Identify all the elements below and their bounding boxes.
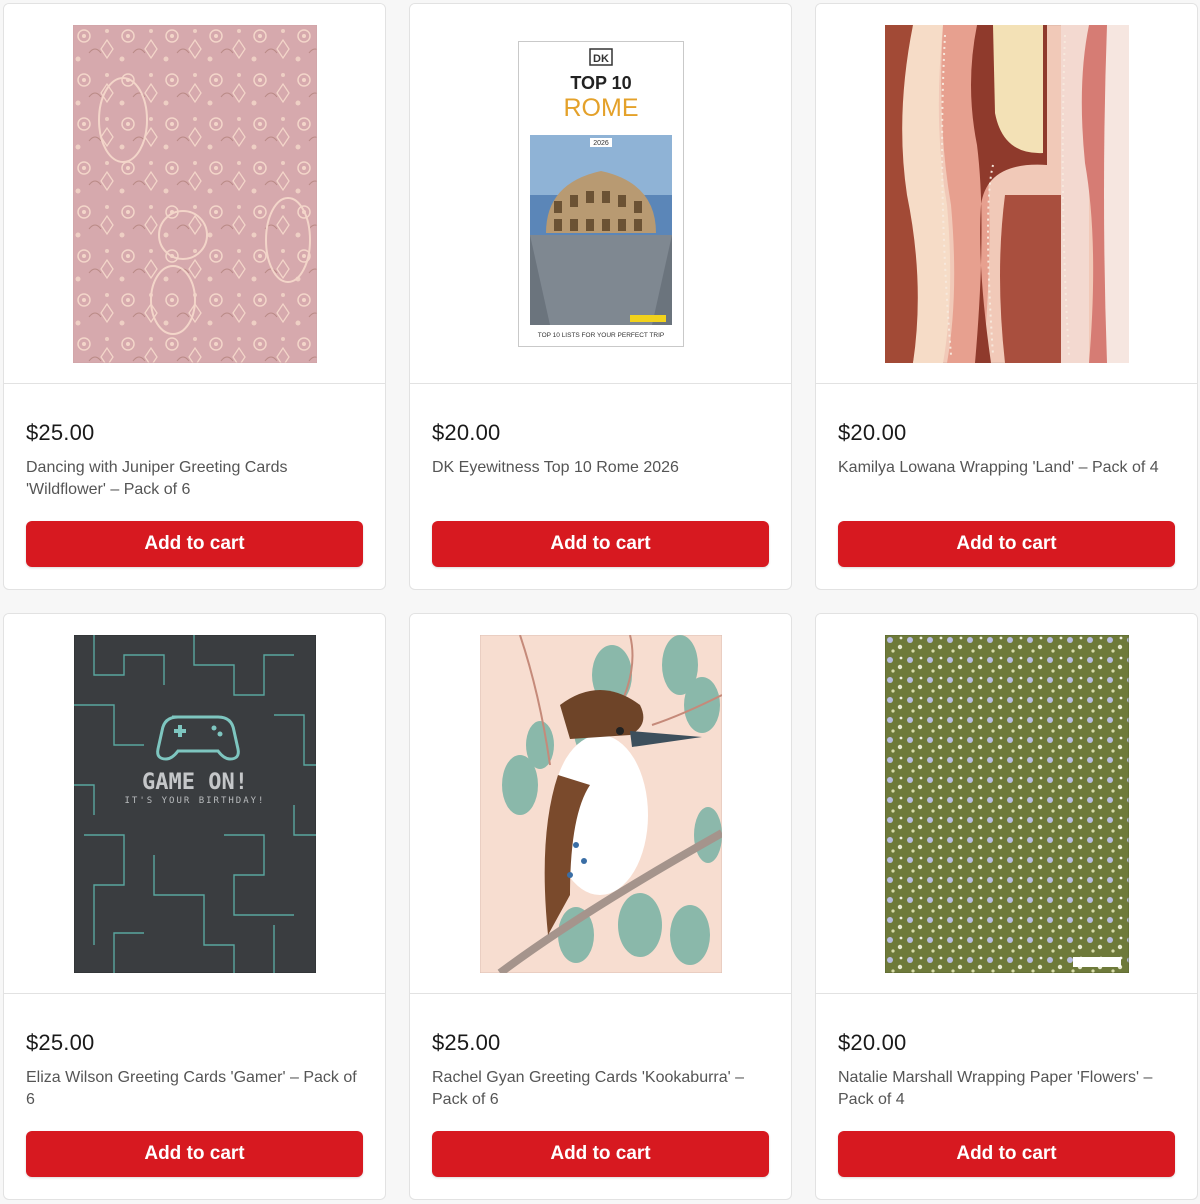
product-image-link[interactable]: GAME ON! IT'S YOUR BIRTHDAY!	[4, 614, 385, 994]
product-image-link[interactable]	[410, 614, 791, 994]
product-card: $20.00 Natalie Marshall Wrapping Paper '…	[815, 613, 1198, 1200]
cover-year: 2026	[593, 140, 609, 147]
product-image-link[interactable]	[816, 4, 1197, 384]
cover-destination: ROME	[563, 94, 638, 122]
add-to-cart-button[interactable]: Add to cart	[26, 1131, 363, 1177]
product-card: DK TOP 10 ROME 2026 TOP 10 LISTS FOR YOU…	[409, 3, 792, 590]
product-image	[479, 634, 722, 973]
product-image: GAME ON! IT'S YOUR BIRTHDAY!	[73, 634, 316, 973]
cover-tagline: TOP 10 LISTS FOR YOUR PERFECT TRIP	[537, 332, 664, 339]
product-price: $20.00	[838, 1030, 907, 1055]
add-to-cart-button[interactable]: Add to cart	[838, 1131, 1175, 1177]
product-image	[884, 24, 1129, 363]
add-to-cart-button[interactable]: Add to cart	[26, 521, 363, 567]
product-price: $25.00	[26, 1030, 95, 1055]
card-headline: GAME ON!	[142, 770, 248, 795]
add-to-cart-button[interactable]: Add to cart	[838, 521, 1175, 567]
product-title[interactable]: Natalie Marshall Wrapping Paper 'Flowers…	[838, 1067, 1178, 1111]
product-image-link[interactable]: DK TOP 10 ROME 2026 TOP 10 LISTS FOR YOU…	[410, 4, 791, 384]
product-card: $25.00 Dancing with Juniper Greeting Car…	[3, 3, 386, 590]
product-title[interactable]: Rachel Gyan Greeting Cards 'Kookaburra' …	[432, 1067, 772, 1111]
product-price: $25.00	[432, 1030, 501, 1055]
product-title[interactable]: DK Eyewitness Top 10 Rome 2026	[432, 457, 772, 479]
product-price: $20.00	[432, 420, 501, 445]
product-title[interactable]: Eliza Wilson Greeting Cards 'Gamer' – Pa…	[26, 1067, 366, 1111]
product-image-link[interactable]	[4, 4, 385, 384]
product-card: GAME ON! IT'S YOUR BIRTHDAY! $25.00 Eliz…	[3, 613, 386, 1200]
product-image-link[interactable]	[816, 614, 1197, 994]
product-image	[884, 634, 1129, 973]
card-subline: IT'S YOUR BIRTHDAY!	[124, 796, 265, 806]
product-price: $20.00	[838, 420, 907, 445]
product-card: $20.00 Kamilya Lowana Wrapping 'Land' – …	[815, 3, 1198, 590]
product-price: $25.00	[26, 420, 95, 445]
product-title[interactable]: Kamilya Lowana Wrapping 'Land' – Pack of…	[838, 457, 1178, 479]
product-title[interactable]: Dancing with Juniper Greeting Cards 'Wil…	[26, 457, 366, 501]
add-to-cart-button[interactable]: Add to cart	[432, 1131, 769, 1177]
cover-heading: TOP 10	[570, 73, 631, 93]
product-image	[72, 24, 317, 363]
publisher-logo: DK	[593, 53, 609, 65]
add-to-cart-button[interactable]: Add to cart	[432, 521, 769, 567]
product-image: DK TOP 10 ROME 2026 TOP 10 LISTS FOR YOU…	[517, 40, 684, 347]
product-card: $25.00 Rachel Gyan Greeting Cards 'Kooka…	[409, 613, 792, 1200]
